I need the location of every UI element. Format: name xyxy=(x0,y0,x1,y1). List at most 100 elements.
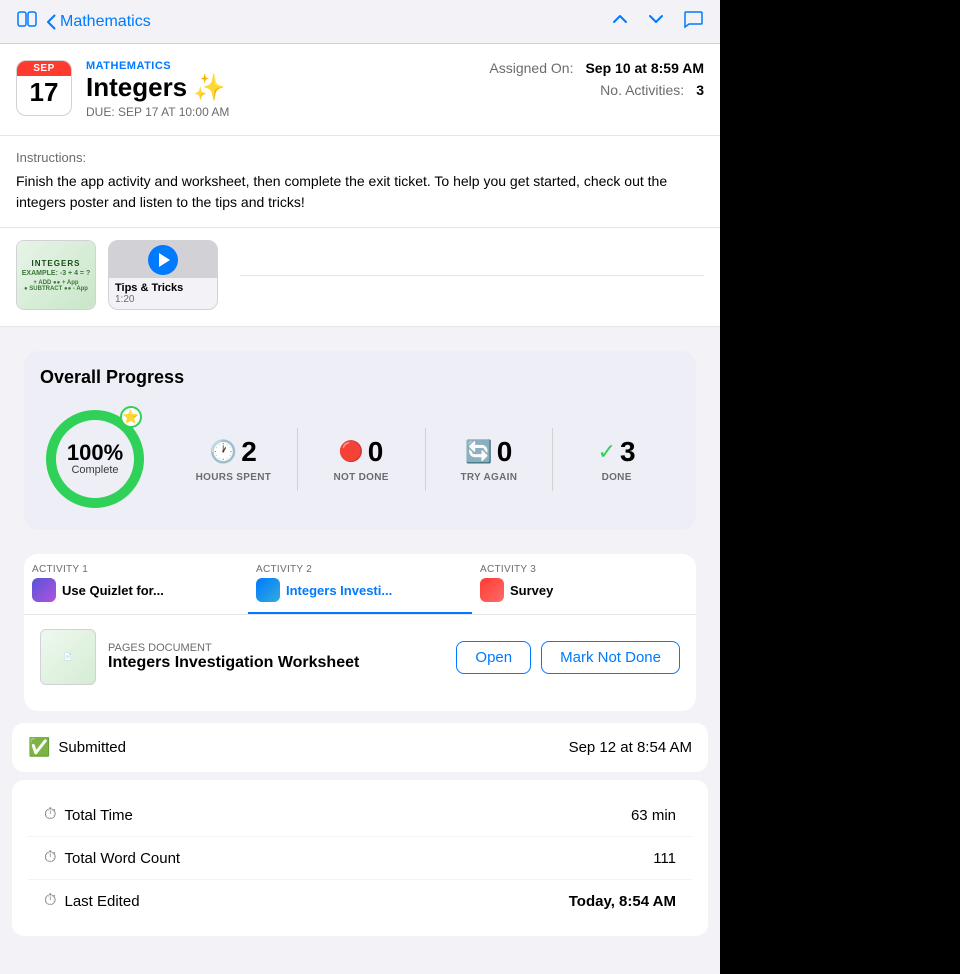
clock-icon: 🕐 xyxy=(210,439,237,465)
not-done-stat: 🔴 0 NOT DONE xyxy=(298,428,426,491)
tab1-num: ACTIVITY 1 xyxy=(32,564,88,575)
hours-value: 2 xyxy=(241,436,257,468)
time-icon: ⏱ xyxy=(44,806,56,824)
submitted-checkmark-icon: ✅ xyxy=(28,737,50,758)
word-count-value: 111 xyxy=(653,850,676,867)
tab-activity-2[interactable]: ACTIVITY 2 Integers Investi... xyxy=(248,554,472,614)
doc-thumbnail: 📄 xyxy=(40,629,96,685)
tab1-title: Use Quizlet for... xyxy=(62,583,164,598)
play-triangle-icon xyxy=(159,253,170,267)
poster-label: INTEGERS xyxy=(32,259,81,268)
back-button[interactable]: Mathematics xyxy=(46,13,151,31)
not-done-label: NOT DONE xyxy=(302,472,421,483)
tab2-title: Integers Investi... xyxy=(286,583,392,598)
subject-label: MATHEMATICS xyxy=(86,60,229,72)
circle-text: 100% Complete xyxy=(67,442,123,476)
not-done-value: 0 xyxy=(368,436,384,468)
hours-label: HOURS SPENT xyxy=(174,472,293,483)
submitted-row: ✅ Submitted Sep 12 at 8:54 AM xyxy=(28,737,692,758)
chevron-up-icon[interactable] xyxy=(610,9,630,34)
assigned-on-row: Assigned On: Sep 10 at 8:59 AM xyxy=(489,60,704,76)
mark-not-done-button[interactable]: Mark Not Done xyxy=(541,641,680,674)
progress-wrapper: Overall Progress ⭐ 100% Complete xyxy=(0,327,720,554)
progress-circle-container: ⭐ 100% Complete xyxy=(40,404,150,514)
tab1-icon xyxy=(32,578,56,602)
progress-section: Overall Progress ⭐ 100% Complete xyxy=(24,351,696,530)
activity-tabs: ACTIVITY 1 Use Quizlet for... ACTIVITY 2… xyxy=(24,554,696,615)
instructions-section: Instructions: Finish the app activity an… xyxy=(0,136,720,228)
done-icon: ✓ xyxy=(598,439,616,465)
calendar-month: SEP xyxy=(17,61,71,76)
submitted-left: ✅ Submitted xyxy=(28,737,126,758)
done-value: 3 xyxy=(620,436,636,468)
word-count-row: ⏱ Total Word Count 111 xyxy=(28,837,692,880)
tab-activity-3[interactable]: ACTIVITY 3 Survey xyxy=(472,554,696,614)
doc-actions: Open Mark Not Done xyxy=(456,641,680,674)
assignment-left: SEP 17 MATHEMATICS Integers ✨ DUE: SEP 1… xyxy=(16,60,229,119)
assignment-header: SEP 17 MATHEMATICS Integers ✨ DUE: SEP 1… xyxy=(0,44,720,136)
back-label: Mathematics xyxy=(60,13,151,31)
no-activities-row: No. Activities: 3 xyxy=(489,82,704,98)
last-edited-row: ⏱ Last Edited Today, 8:54 AM xyxy=(28,880,692,922)
done-stat: ✓ 3 DONE xyxy=(553,428,680,491)
poster-attachment[interactable]: INTEGERS EXAMPLE: -3 + 4 = ? + ADD ●● + … xyxy=(16,240,96,310)
tab3-num: ACTIVITY 3 xyxy=(480,564,536,575)
circle-percent: 100% xyxy=(67,442,123,464)
not-done-icon: 🔴 xyxy=(339,439,364,464)
instructions-text: Finish the app activity and worksheet, t… xyxy=(16,171,704,213)
try-again-label: TRY AGAIN xyxy=(430,472,549,483)
try-again-stat: 🔄 0 TRY AGAIN xyxy=(426,428,554,491)
calendar-icon: SEP 17 xyxy=(16,60,72,116)
last-edited-left: ⏱ Last Edited xyxy=(44,892,140,910)
video-duration: 1:20 xyxy=(115,294,211,305)
activity-content: 📄 PAGES DOCUMENT Integers Investigation … xyxy=(24,615,696,711)
tab1-icon-title: Use Quizlet for... xyxy=(32,578,164,602)
doc-name: Integers Investigation Worksheet xyxy=(108,654,444,672)
open-button[interactable]: Open xyxy=(456,641,531,674)
tab2-icon xyxy=(256,578,280,602)
doc-info: PAGES DOCUMENT Integers Investigation Wo… xyxy=(108,642,444,672)
tab2-num: ACTIVITY 2 xyxy=(256,564,312,575)
progress-circle: ⭐ 100% Complete xyxy=(40,404,150,514)
word-count-left: ⏱ Total Word Count xyxy=(44,849,180,867)
due-date: DUE: SEP 17 AT 10:00 AM xyxy=(86,105,229,119)
nav-bar: Mathematics xyxy=(0,0,720,44)
try-again-value: 0 xyxy=(497,436,513,468)
calendar-day: 17 xyxy=(17,76,71,107)
tab3-icon-title: Survey xyxy=(480,578,553,602)
instructions-label: Instructions: xyxy=(16,150,704,165)
assignment-meta: Assigned On: Sep 10 at 8:59 AM No. Activ… xyxy=(489,60,704,104)
video-preview xyxy=(109,241,217,278)
chevron-down-icon[interactable] xyxy=(646,9,666,34)
try-again-row: 🔄 0 xyxy=(430,436,549,468)
sidebar-toggle-button[interactable] xyxy=(16,8,38,36)
assignment-info: MATHEMATICS Integers ✨ DUE: SEP 17 AT 10… xyxy=(86,60,229,119)
hours-row: 🕐 2 xyxy=(174,436,293,468)
word-count-icon: ⏱ xyxy=(44,849,56,867)
last-edited-value: Today, 8:54 AM xyxy=(569,893,676,910)
message-icon[interactable] xyxy=(682,8,704,35)
doc-type: PAGES DOCUMENT xyxy=(108,642,444,654)
circle-label: Complete xyxy=(67,464,123,476)
play-icon xyxy=(148,245,178,275)
video-title: Tips & Tricks xyxy=(115,282,211,294)
nav-right xyxy=(610,8,704,35)
progress-title: Overall Progress xyxy=(40,367,680,388)
no-activities-label: No. Activities: xyxy=(600,82,684,98)
activities-section: ACTIVITY 1 Use Quizlet for... ACTIVITY 2… xyxy=(24,554,696,711)
video-info: Tips & Tricks 1:20 xyxy=(109,278,217,309)
word-count-label: Total Word Count xyxy=(64,850,180,867)
scroll-content: SEP 17 MATHEMATICS Integers ✨ DUE: SEP 1… xyxy=(0,44,720,974)
status-details: ✅ Submitted Sep 12 at 8:54 AM ⏱ Total Ti… xyxy=(12,723,708,936)
last-edited-icon: ⏱ xyxy=(44,892,56,910)
video-attachment[interactable]: Tips & Tricks 1:20 xyxy=(108,240,218,310)
tab3-icon xyxy=(480,578,504,602)
nav-left: Mathematics xyxy=(16,8,151,36)
activities-wrapper: ACTIVITY 1 Use Quizlet for... ACTIVITY 2… xyxy=(12,554,708,711)
submitted-card: ✅ Submitted Sep 12 at 8:54 AM xyxy=(12,723,708,772)
tab3-title: Survey xyxy=(510,583,553,598)
not-done-row: 🔴 0 xyxy=(302,436,421,468)
tab-activity-1[interactable]: ACTIVITY 1 Use Quizlet for... xyxy=(24,554,248,614)
assignment-title: Integers ✨ xyxy=(86,72,229,103)
total-time-value: 63 min xyxy=(631,807,676,824)
